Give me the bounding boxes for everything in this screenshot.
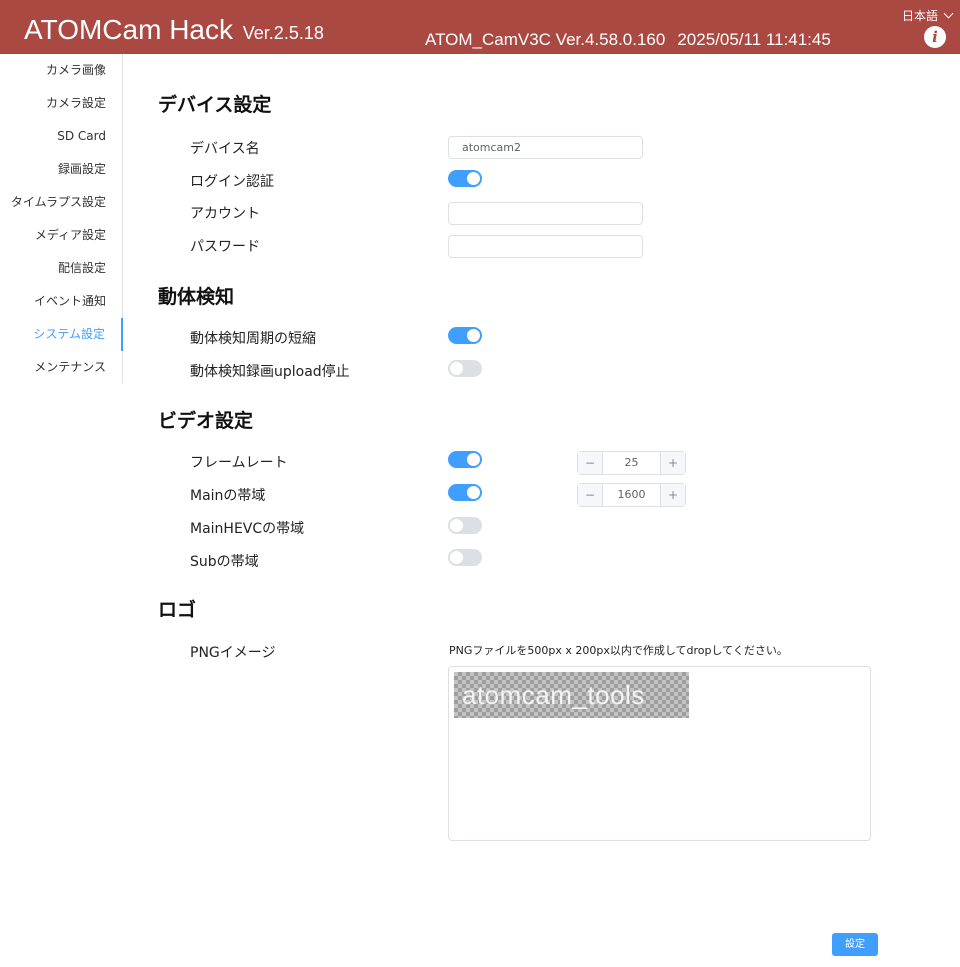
account-input[interactable] [448, 202, 643, 225]
framerate-toggle[interactable] [448, 451, 482, 468]
language-label: 日本語 [901, 9, 938, 23]
sidebar-item-camera-image[interactable]: カメラ画像 [0, 54, 122, 87]
framerate-value[interactable]: 25 [603, 452, 660, 474]
png-image-label: PNGイメージ [190, 645, 276, 661]
main-bandwidth-increment-button[interactable]: + [660, 484, 685, 506]
logo-preview-image: atomcam_tools [454, 672, 689, 718]
device-datetime: 2025/05/11 11:41:45 [677, 30, 831, 49]
sidebar-item-media-settings[interactable]: メディア設定 [0, 219, 122, 252]
sidebar-item-camera-settings[interactable]: カメラ設定 [0, 87, 122, 120]
app-title: ATOMCam Hack Ver.2.5.18 [24, 14, 324, 46]
device-name-input[interactable] [448, 136, 643, 159]
motion-short-period-toggle[interactable] [448, 327, 482, 344]
main-bandwidth-stepper: − 1600 + [577, 483, 686, 507]
logo-heading: ロゴ [158, 599, 197, 621]
device-name-label: デバイス名 [190, 141, 260, 157]
motion-short-period-label: 動体検知周期の短縮 [190, 331, 316, 347]
app-version: Ver.2.5.18 [242, 23, 324, 43]
framerate-stepper: − 25 + [577, 451, 686, 475]
language-selector[interactable]: 日本語 [901, 7, 954, 24]
password-input[interactable] [448, 235, 643, 258]
app-title-text: ATOMCam Hack [24, 14, 233, 45]
sub-bandwidth-toggle[interactable] [448, 549, 482, 566]
main-hevc-bandwidth-toggle[interactable] [448, 517, 482, 534]
sidebar-item-streaming-settings[interactable]: 配信設定 [0, 252, 122, 285]
framerate-increment-button[interactable]: + [660, 452, 685, 474]
motion-stop-upload-label: 動体検知録画upload停止 [190, 364, 350, 380]
sidebar-nav: カメラ画像 カメラ設定 SD Card 録画設定 タイムラプス設定 メディア設定… [0, 54, 123, 383]
login-auth-label: ログイン認証 [190, 174, 274, 190]
firmware-version: ATOM_CamV3C Ver.4.58.0.160 [425, 30, 666, 49]
sub-bandwidth-label: Subの帯域 [190, 554, 259, 570]
motion-stop-upload-toggle[interactable] [448, 360, 482, 377]
toggle-knob [467, 486, 480, 499]
sidebar-item-timelapse-settings[interactable]: タイムラプス設定 [0, 186, 122, 219]
chevron-down-icon [943, 8, 954, 19]
logo-upload-hint: PNGファイルを500px x 200px以内で作成してdropしてください。 [449, 644, 788, 657]
main-bandwidth-toggle[interactable] [448, 484, 482, 501]
sidebar-item-maintenance[interactable]: メンテナンス [0, 351, 122, 384]
password-label: パスワード [190, 239, 260, 255]
toggle-knob [450, 362, 463, 375]
submit-settings-button[interactable]: 設定 [832, 933, 878, 956]
main-bandwidth-value[interactable]: 1600 [603, 484, 660, 506]
framerate-label: フレームレート [190, 455, 288, 471]
toggle-knob [467, 453, 480, 466]
logo-preview-text: atomcam_tools [462, 680, 645, 710]
toggle-knob [467, 172, 480, 185]
sidebar-item-recording-settings[interactable]: 録画設定 [0, 153, 122, 186]
motion-detection-heading: 動体検知 [158, 286, 235, 308]
main-bandwidth-label: Mainの帯域 [190, 488, 266, 504]
account-label: アカウント [190, 206, 260, 222]
info-icon[interactable]: i [924, 26, 946, 48]
main-hevc-bandwidth-label: MainHEVCの帯域 [190, 521, 305, 537]
logo-drop-zone[interactable]: atomcam_tools [448, 666, 871, 841]
firmware-info: ATOM_CamV3C Ver.4.58.0.160 2025/05/11 11:… [425, 30, 831, 50]
app-header: ATOMCam Hack Ver.2.5.18 ATOM_CamV3C Ver.… [0, 0, 960, 54]
toggle-knob [450, 519, 463, 532]
sidebar-item-sd-card[interactable]: SD Card [0, 120, 122, 153]
device-settings-heading: デバイス設定 [158, 94, 272, 116]
toggle-knob [450, 551, 463, 564]
video-settings-heading: ビデオ設定 [158, 410, 254, 432]
framerate-decrement-button[interactable]: − [578, 452, 603, 474]
sidebar-item-system-settings[interactable]: システム設定 [0, 318, 123, 351]
login-auth-toggle[interactable] [448, 170, 482, 187]
main-bandwidth-decrement-button[interactable]: − [578, 484, 603, 506]
toggle-knob [467, 329, 480, 342]
sidebar-item-event-notification[interactable]: イベント通知 [0, 285, 122, 318]
